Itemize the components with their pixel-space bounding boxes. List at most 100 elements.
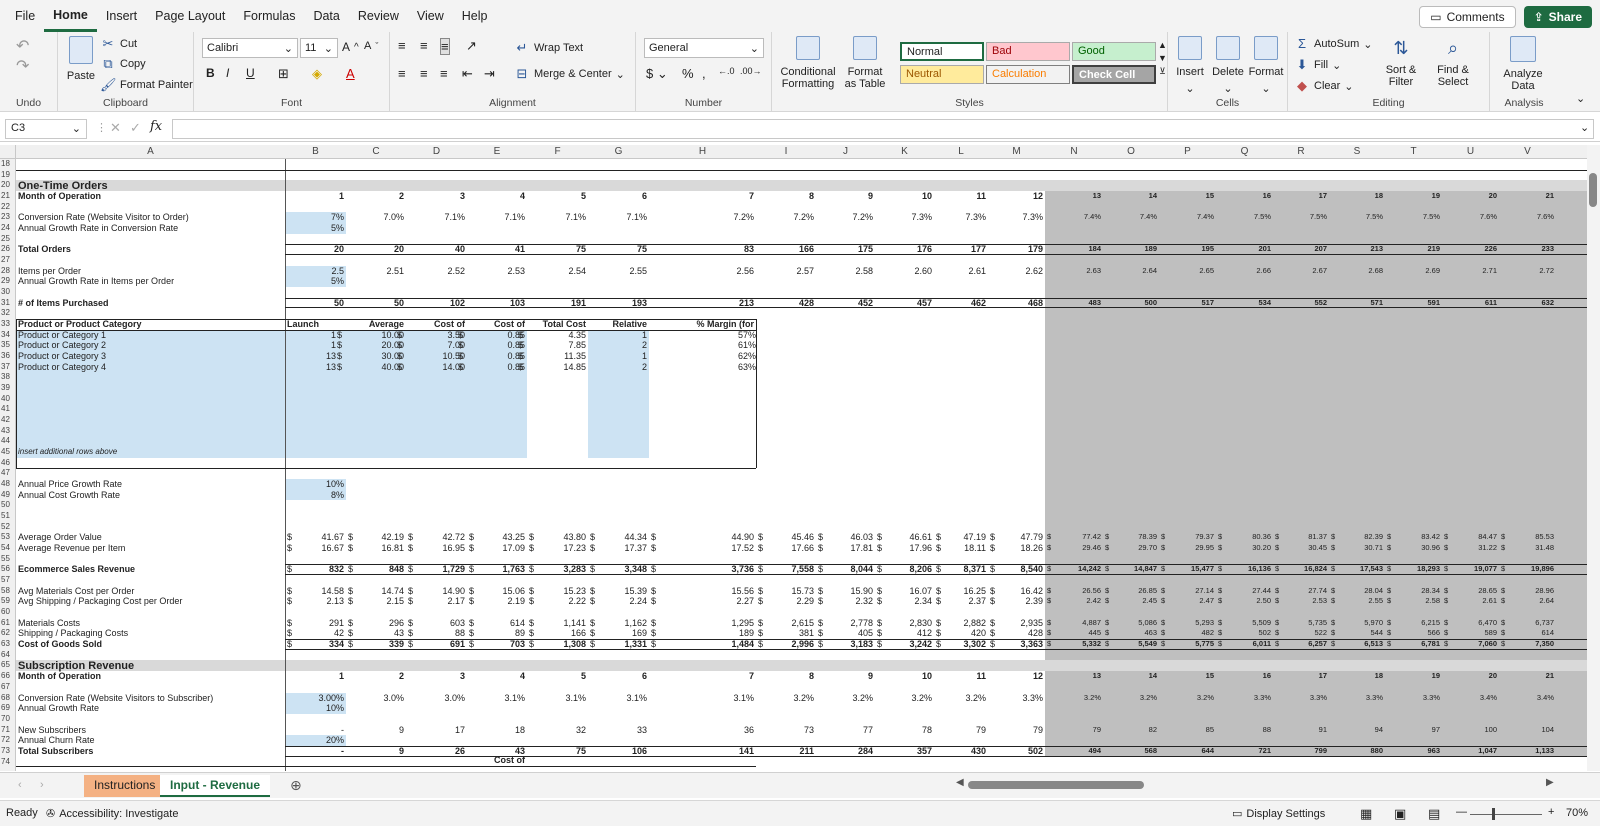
formula-input[interactable] (172, 119, 1594, 139)
orders-cell[interactable]: 175 (818, 244, 873, 254)
borders-icon[interactable]: ⊞ (278, 66, 289, 82)
currency-symbol[interactable]: $ (529, 586, 534, 596)
items-cell[interactable]: 2.62 (990, 266, 1043, 276)
row-label[interactable]: Annual Growth Rate in Conversion Rate (18, 223, 178, 233)
ship-cell[interactable]: 614 (1501, 628, 1554, 638)
column-header-o[interactable]: O (1103, 146, 1159, 157)
currency-symbol[interactable]: $ (1331, 618, 1335, 628)
currency-symbol[interactable]: $ (590, 618, 595, 628)
row-header[interactable]: 39 (0, 383, 16, 392)
currency-symbol[interactable]: $ (348, 639, 353, 649)
cogs-cell[interactable]: 5,775 (1161, 639, 1214, 649)
new_subs-cell[interactable]: 79 (990, 725, 1043, 735)
month-number[interactable]: 20 (1444, 191, 1497, 201)
currency-symbol[interactable]: $ (936, 596, 941, 606)
row-header[interactable]: 47 (0, 468, 16, 477)
currency-symbol[interactable]: $ (518, 351, 523, 361)
currency-symbol[interactable]: $ (1444, 596, 1448, 606)
total_subs-cell[interactable]: 644 (1161, 746, 1214, 756)
launch-month[interactable]: 1 (287, 340, 336, 350)
undo-icon[interactable]: ↶ (16, 36, 29, 56)
cogs-cell[interactable]: 703 (469, 639, 525, 649)
merge-center-button[interactable]: ⊟ Merge & Center ⌄ (514, 66, 625, 82)
aov-cell[interactable]: 42.72 (408, 532, 465, 542)
avg_ship-cell[interactable]: 2.42 (1047, 596, 1101, 606)
scroll-right-icon[interactable]: ▶ (1546, 777, 1554, 788)
arpi-cell[interactable]: 30.20 (1218, 543, 1271, 553)
sub_conv-cell[interactable]: 3.3% (990, 693, 1043, 703)
currency-symbol[interactable]: $ (1331, 596, 1335, 606)
arpi-cell[interactable]: 31.22 (1444, 543, 1497, 553)
input-cell[interactable]: 10% (287, 703, 344, 713)
row-header[interactable]: 49 (0, 490, 16, 499)
orders-cell[interactable]: 20 (287, 244, 344, 254)
row-header[interactable]: 71 (0, 725, 16, 734)
currency-symbol[interactable]: $ (408, 618, 413, 628)
currency-symbol[interactable]: $ (936, 564, 941, 574)
column-header-n[interactable]: N (1045, 146, 1103, 157)
row-label[interactable]: Total Subscribers (18, 746, 93, 756)
currency-symbol[interactable]: $ (529, 639, 534, 649)
new_subs-cell[interactable]: 79 (936, 725, 986, 735)
total_subs-cell[interactable]: 106 (590, 746, 647, 756)
style-good[interactable]: Good (1072, 42, 1156, 61)
column-header-f[interactable]: F (527, 146, 588, 157)
row-header[interactable]: 36 (0, 351, 16, 360)
column-header-d[interactable]: D (406, 146, 467, 157)
font-size-select[interactable]: 11 ⌄ (300, 38, 338, 58)
month-number[interactable]: 21 (1501, 191, 1554, 201)
column-header-h[interactable]: H (649, 146, 756, 157)
font-color-icon[interactable]: A (346, 66, 355, 81)
row-header[interactable]: 53 (0, 532, 16, 541)
currency-symbol[interactable]: $ (1161, 596, 1165, 606)
currency-symbol[interactable]: $ (1444, 639, 1448, 649)
column-header-p[interactable]: P (1159, 146, 1216, 157)
sub_conv-cell[interactable]: 3.2% (936, 693, 986, 703)
month-number[interactable]: 14 (1105, 671, 1157, 681)
normal-view-icon[interactable]: ▦ (1360, 806, 1372, 822)
ecom-cell[interactable]: 14,242 (1047, 564, 1101, 574)
avg_ship-cell[interactable]: 2.19 (469, 596, 525, 606)
orders-cell[interactable]: 195 (1161, 244, 1214, 254)
currency-symbol[interactable]: $ (1161, 564, 1165, 574)
input-cell[interactable]: 20% (287, 735, 344, 745)
row-header[interactable]: 38 (0, 372, 16, 381)
row-header[interactable]: 20 (0, 180, 16, 189)
expand-formula-icon[interactable]: ⌄ (1580, 121, 1589, 134)
ecom-cell[interactable]: 1,729 (408, 564, 465, 574)
month-number[interactable]: 12 (990, 191, 1043, 201)
currency-symbol[interactable]: $ (1331, 639, 1335, 649)
sub_conv-cell[interactable]: 3.0% (408, 693, 465, 703)
row-header[interactable]: 22 (0, 202, 16, 211)
cogs-cell[interactable]: 6,257 (1275, 639, 1327, 649)
sort-filter-button[interactable]: ⇅ Sort & Filter (1376, 36, 1426, 88)
row-label[interactable]: Annual Cost Growth Rate (18, 490, 120, 500)
ecom-cell[interactable]: 17,543 (1331, 564, 1383, 574)
currency-symbol[interactable]: $ (990, 586, 995, 596)
align-top-icon[interactable]: ≡ (398, 38, 406, 53)
currency-symbol[interactable]: $ (651, 564, 656, 574)
underline-icon[interactable]: U (246, 66, 255, 80)
currency-symbol[interactable]: $ (651, 596, 656, 606)
row-header[interactable]: 34 (0, 330, 16, 339)
row-header[interactable]: 48 (0, 479, 16, 488)
currency-symbol[interactable]: $ (529, 564, 534, 574)
total_subs-cell[interactable]: 880 (1331, 746, 1383, 756)
row-header[interactable]: 59 (0, 596, 16, 605)
avg_mat-cell[interactable]: 15.73 (758, 586, 814, 596)
table-header[interactable]: Cost of (408, 319, 465, 329)
currency-symbol[interactable]: $ (1444, 628, 1448, 638)
currency-symbol[interactable]: $ (1218, 586, 1222, 596)
mat-cell[interactable]: 6,737 (1501, 618, 1554, 628)
aov-cell[interactable]: 44.34 (590, 532, 647, 542)
row-header[interactable]: 68 (0, 693, 16, 702)
ship-cell[interactable]: 169 (590, 628, 647, 638)
price-cell[interactable]: 0.85 (469, 351, 525, 361)
next-sheet-icon[interactable]: › (40, 779, 44, 791)
currency-symbol[interactable]: $ (990, 564, 995, 574)
total_subs-cell[interactable]: 494 (1047, 746, 1101, 756)
total_subs-cell[interactable]: 502 (990, 746, 1043, 756)
input-cell[interactable]: 7% (287, 212, 344, 222)
currency-symbol[interactable]: $ (1105, 543, 1109, 553)
items-cell[interactable]: 2.64 (1105, 266, 1157, 276)
